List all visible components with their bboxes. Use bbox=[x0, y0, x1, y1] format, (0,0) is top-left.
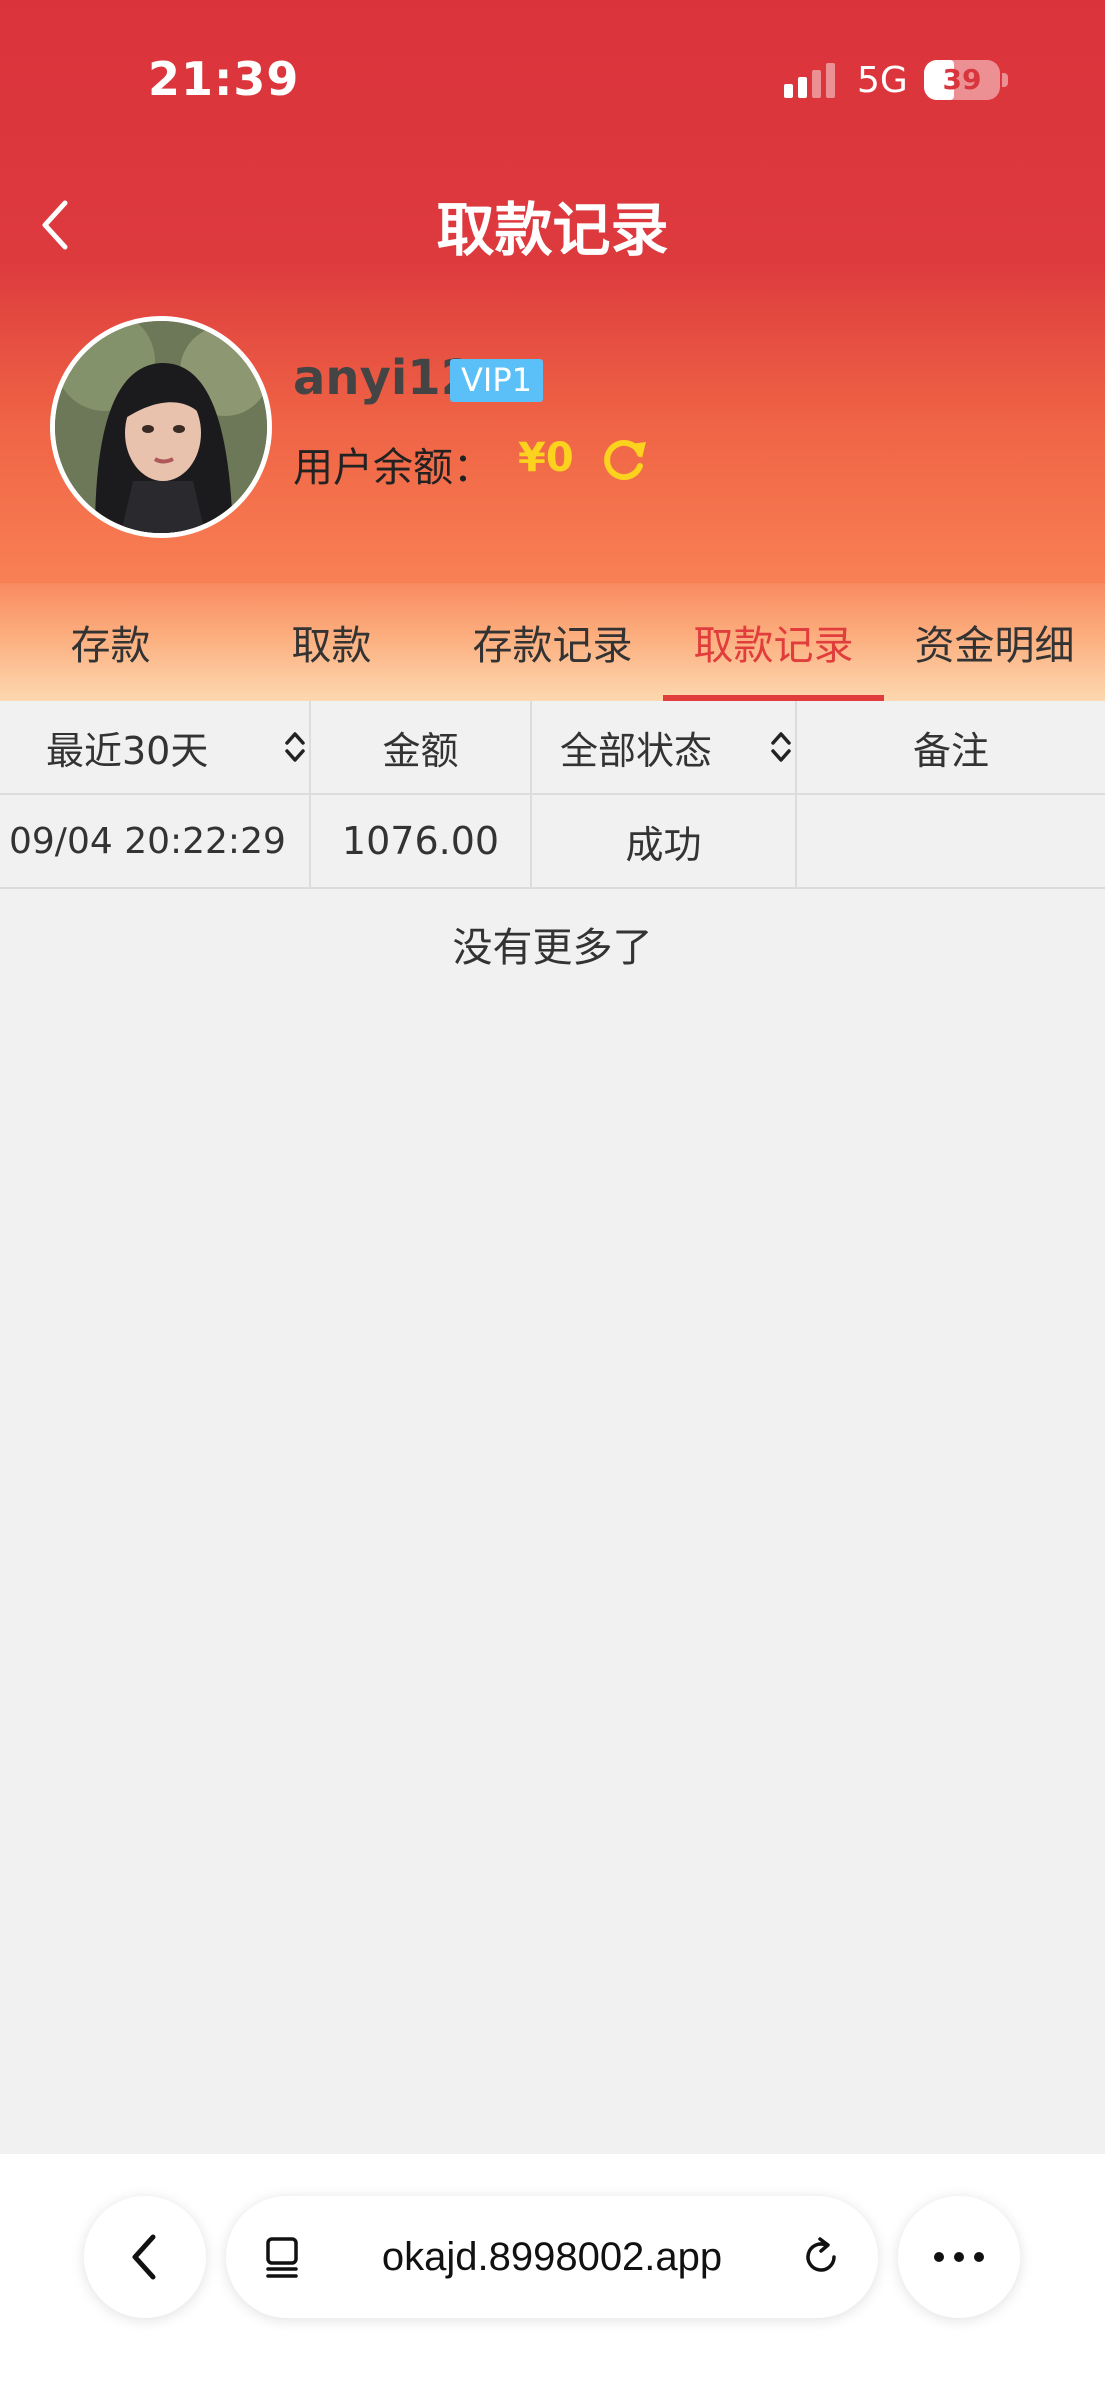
cellular-signal-icon bbox=[784, 63, 835, 98]
record-amount: 1076.00 bbox=[311, 795, 532, 887]
network-type: 5G bbox=[857, 60, 908, 101]
note-column-header: 备注 bbox=[912, 728, 989, 773]
sort-arrows-icon bbox=[771, 732, 791, 762]
date-filter-select[interactable]: 最近30天 bbox=[0, 701, 311, 793]
date-filter-label: 最近30天 bbox=[46, 728, 209, 773]
records-table: 最近30天 金额 全部状态 备注 09/04 20:22:29 1076.00 … bbox=[0, 701, 1105, 889]
status-bar: 21:39 5G 39 bbox=[0, 0, 1105, 140]
tab-bar: 存款 取款 存款记录 取款记录 资金明细 bbox=[0, 583, 1105, 701]
more-options-button[interactable] bbox=[898, 2196, 1020, 2318]
status-filter-select[interactable]: 全部状态 bbox=[532, 701, 797, 793]
url-text: okajd.8998002.app bbox=[381, 2235, 723, 2279]
tab-deposit[interactable]: 存款 bbox=[0, 583, 221, 701]
battery-level: 39 bbox=[942, 63, 982, 96]
status-filter-label: 全部状态 bbox=[560, 728, 713, 773]
avatar-portrait-image bbox=[55, 321, 267, 533]
browser-toolbar: okajd.8998002.app bbox=[0, 2154, 1105, 2400]
sort-arrows-icon bbox=[285, 732, 305, 762]
record-status: 成功 bbox=[532, 795, 797, 887]
no-more-text: 没有更多了 bbox=[452, 925, 653, 971]
balance-label: 用户余额： bbox=[293, 445, 493, 491]
address-bar[interactable]: okajd.8998002.app bbox=[226, 2196, 878, 2318]
ellipsis-icon bbox=[934, 2252, 984, 2262]
avatar[interactable] bbox=[50, 316, 272, 538]
table-header-row: 最近30天 金额 全部状态 备注 bbox=[0, 701, 1105, 795]
page-title: 取款记录 bbox=[436, 196, 669, 264]
refresh-icon[interactable] bbox=[600, 434, 650, 484]
tab-deposit-records[interactable]: 存款记录 bbox=[442, 583, 663, 701]
table-row[interactable]: 09/04 20:22:29 1076.00 成功 bbox=[0, 795, 1105, 889]
header: 21:39 5G 39 取款记录 anyi12 VIP1 用户余额： ¥0 bbox=[0, 0, 1105, 583]
vip-badge: VIP1 bbox=[450, 359, 543, 402]
browser-back-button[interactable] bbox=[84, 2196, 206, 2318]
tab-withdraw[interactable]: 取款 bbox=[221, 583, 442, 701]
record-time: 09/04 20:22:29 bbox=[0, 795, 311, 887]
username: anyi12 bbox=[293, 350, 475, 406]
chevron-left-icon bbox=[132, 2234, 156, 2280]
status-time: 21:39 bbox=[148, 52, 300, 106]
battery-cap bbox=[1002, 73, 1008, 87]
tab-withdraw-records[interactable]: 取款记录 bbox=[663, 583, 884, 701]
balance-value: ¥0 bbox=[518, 435, 574, 481]
reload-icon[interactable] bbox=[800, 2235, 844, 2279]
battery-icon: 39 bbox=[924, 60, 1000, 100]
record-note bbox=[797, 795, 1105, 887]
tab-fund-details[interactable]: 资金明细 bbox=[884, 583, 1105, 701]
amount-column-header: 金额 bbox=[311, 701, 532, 793]
